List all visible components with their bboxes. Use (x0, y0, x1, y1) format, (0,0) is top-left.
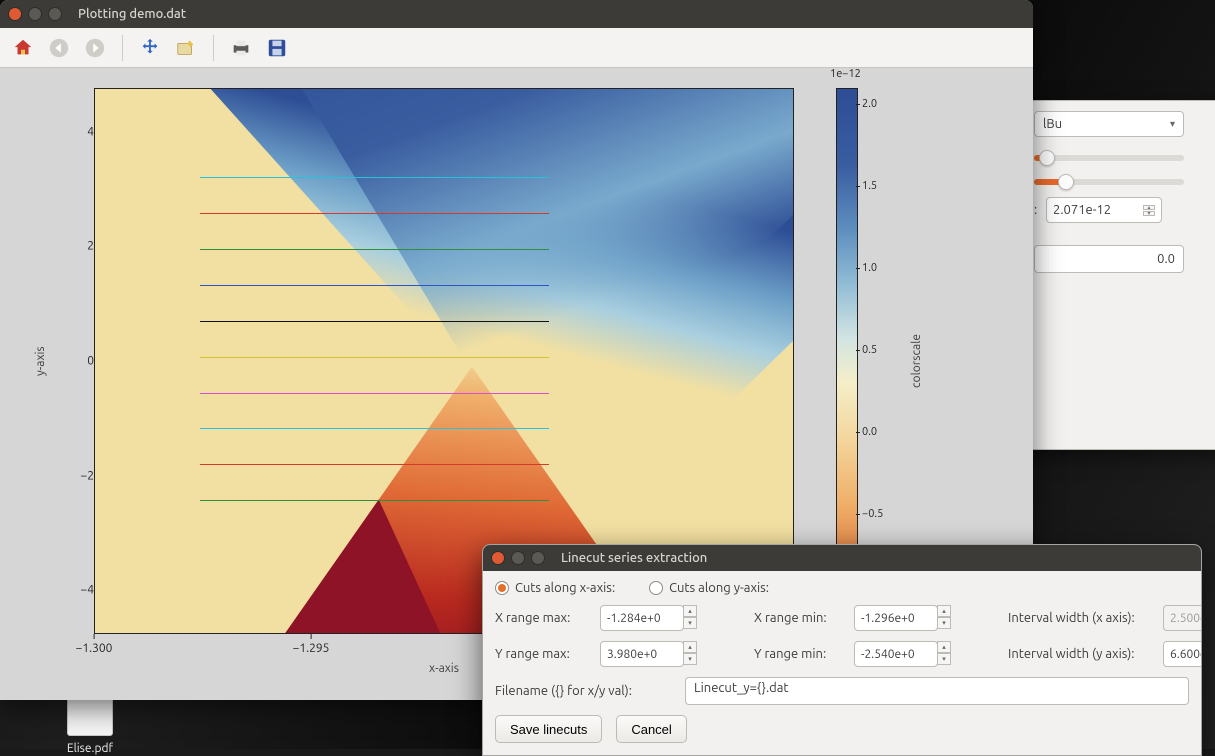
cb-tick: 2.0 (862, 98, 877, 110)
x-tick: −1.300 (76, 642, 113, 655)
cb-tick: 1.5 (862, 180, 877, 192)
plot-toolbar (0, 28, 1033, 68)
colorbar-exponent: 1e−12 (830, 68, 861, 80)
slider-thumb-icon[interactable] (1058, 174, 1074, 190)
linecut-line (200, 464, 549, 465)
close-icon[interactable] (8, 7, 22, 21)
y-tick: −2 (54, 469, 94, 482)
plot-window-titlebar[interactable]: Plotting demo.dat (0, 0, 1033, 28)
x-range-min-label: X range min: (754, 611, 854, 625)
filename-input-value: Linecut_y={}.dat (694, 681, 789, 695)
edit-icon[interactable] (173, 35, 199, 61)
linecut-line (200, 177, 549, 178)
interval-y-input[interactable]: 6.600e-01 (1163, 641, 1202, 667)
linecut-line (200, 249, 549, 250)
home-icon[interactable] (10, 35, 36, 61)
interval-y-label: Interval width (y axis): (1008, 647, 1163, 661)
y-axis-ticks: 4 2 0 −2 −4 (54, 88, 94, 634)
close-icon[interactable] (491, 551, 505, 565)
y-range-max-input[interactable]: 3.980e+0 (600, 641, 684, 667)
numeric-input-1[interactable]: 2.071e-12 ▴▾ (1046, 197, 1162, 223)
slider-1[interactable] (1034, 155, 1184, 161)
spinner-icon[interactable]: ▴▾ (683, 605, 697, 631)
spinner-icon[interactable]: ▴▾ (683, 641, 697, 667)
slider-2[interactable] (1034, 179, 1184, 185)
back-icon[interactable] (46, 35, 72, 61)
cb-tick: −0.5 (862, 508, 883, 520)
numeric-input-2-value: 0.0 (1157, 252, 1175, 266)
radio-cuts-y[interactable]: Cuts along y-axis: (649, 581, 769, 595)
minimize-icon[interactable] (511, 551, 525, 565)
y-range-max-label: Y range max: (495, 647, 600, 661)
x-tick: −1.295 (293, 642, 330, 655)
save-linecuts-button[interactable]: Save linecuts (495, 715, 602, 743)
save-icon[interactable] (264, 35, 290, 61)
filename-input[interactable]: Linecut_y={}.dat (685, 677, 1189, 705)
move-icon[interactable] (137, 35, 163, 61)
cb-tick: 1.0 (862, 262, 877, 274)
dialog-title: Linecut series extraction (561, 551, 707, 565)
radio-icon (649, 581, 663, 595)
slider-thumb-icon[interactable] (1039, 150, 1055, 166)
settings-panel: lBu ▾ : 2.071e-12 ▴▾ 0.0 (1025, 100, 1215, 450)
y-range-min-label: Y range min: (754, 647, 854, 661)
y-tick: 4 (54, 125, 94, 138)
x-range-max-input[interactable]: -1.284e+0 (600, 605, 684, 631)
x-range-max-label: X range max: (495, 611, 600, 625)
forward-icon[interactable] (82, 35, 108, 61)
x-range-min-input[interactable]: -1.296e+0 (854, 605, 938, 631)
y-tick: 2 (54, 240, 94, 253)
colormap-select[interactable]: lBu ▾ (1034, 111, 1184, 137)
radio-cuts-x-label: Cuts along x-axis: (515, 581, 615, 595)
filename-label: Filename ({} for x/y val): (495, 684, 671, 698)
linecut-line (200, 428, 549, 429)
printer-icon[interactable] (228, 35, 254, 61)
spinner-icon[interactable]: ▴▾ (937, 641, 951, 667)
cb-tick: 0.0 (862, 426, 877, 438)
linecut-line (200, 500, 549, 501)
y-tick: 0 (54, 355, 94, 368)
radio-cuts-y-label: Cuts along y-axis: (669, 581, 769, 595)
linecut-line (200, 357, 549, 358)
y-range-min-input[interactable]: -2.540e+0 (854, 641, 938, 667)
maximize-icon[interactable] (48, 7, 62, 21)
y-axis-label: y-axis (34, 88, 50, 634)
numeric-input-1-value: 2.071e-12 (1053, 203, 1111, 217)
cancel-button[interactable]: Cancel (616, 715, 686, 743)
radio-cuts-x[interactable]: Cuts along x-axis: (495, 581, 615, 595)
interval-x-label: Interval width (x axis): (1008, 611, 1163, 625)
colormap-select-value: lBu (1043, 117, 1062, 131)
spinner-icon[interactable]: ▴▾ (1143, 205, 1155, 216)
numeric-input-2[interactable]: 0.0 (1034, 245, 1184, 273)
y-tick: −4 (54, 584, 94, 597)
radio-icon (495, 581, 509, 595)
linecut-line (200, 321, 549, 322)
dialog-titlebar[interactable]: Linecut series extraction (483, 545, 1201, 571)
interval-x-input: 2.500e-03 (1163, 605, 1202, 631)
linecut-line (200, 285, 549, 286)
spinner-icon[interactable]: ▴▾ (937, 605, 951, 631)
minimize-icon[interactable] (28, 7, 42, 21)
linecut-line (200, 213, 549, 214)
linecut-dialog: Linecut series extraction Cuts along x-a… (482, 544, 1202, 756)
linecut-line (200, 393, 549, 394)
field-label-trunc: : (1034, 203, 1042, 217)
chevron-down-icon: ▾ (1170, 118, 1175, 130)
maximize-icon[interactable] (531, 551, 545, 565)
cb-tick: 0.5 (862, 344, 877, 356)
plot-window-title: Plotting demo.dat (78, 7, 186, 21)
